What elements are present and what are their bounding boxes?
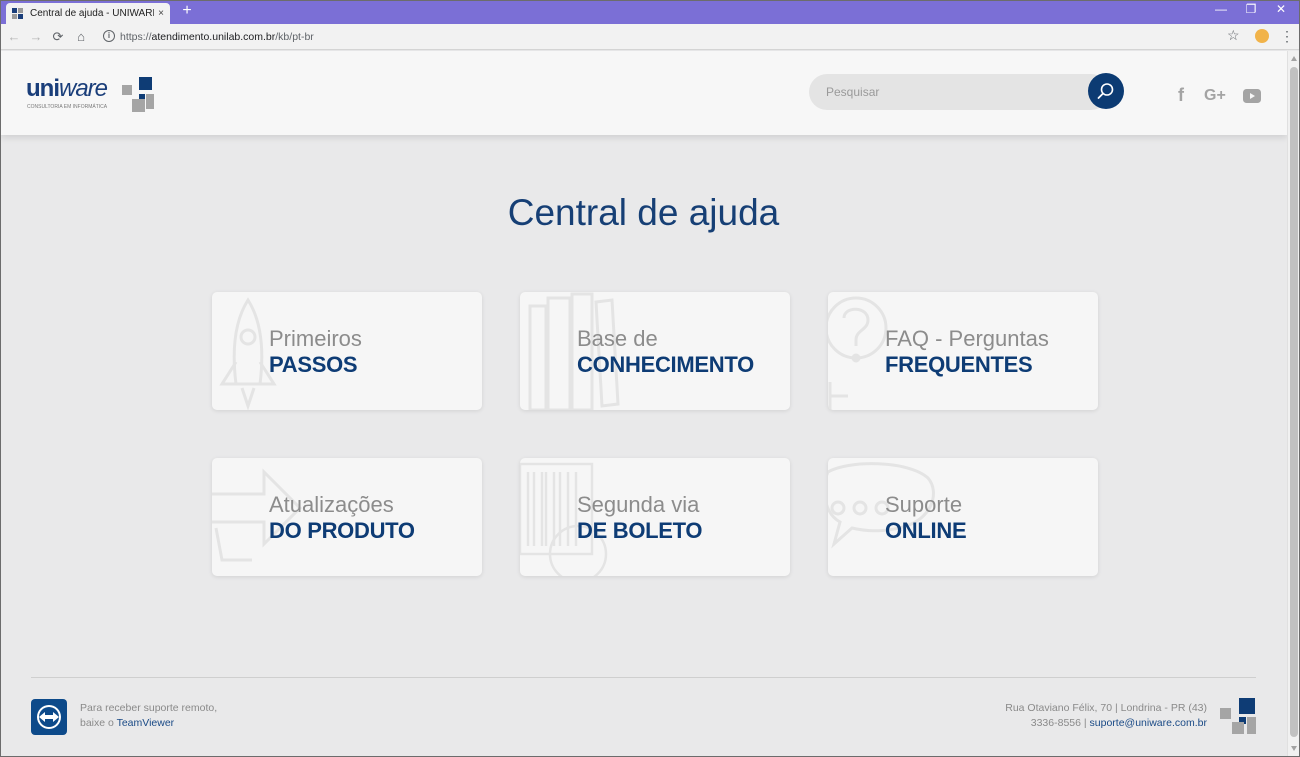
scroll-down-icon[interactable] [1291,746,1297,751]
card-line2: PASSOS [269,352,358,377]
logo-mark-icon [122,77,154,112]
back-button[interactable]: ← [5,28,23,46]
remote-support-line2: baixe o TeamViewer [80,717,174,729]
card-line1: Segunda via [577,492,700,517]
teamviewer-icon[interactable] [31,699,67,735]
card-suporte-online[interactable]: Suporte ONLINE [828,458,1098,576]
page-title: Central de ajuda [507,192,780,233]
browser-toolbar: ← → ⟳ ⌂ i https://atendimento.unilab.com… [0,24,1300,50]
card-line2: ONLINE [885,518,967,543]
extension-icon[interactable] [1255,29,1269,43]
card-line2: DO PRODUTO [269,518,415,543]
card-base-conhecimento[interactable]: Base de CONHECIMENTO [520,292,790,410]
browser-tab[interactable]: Central de ajuda - UNIWARE CONSULTORIA × [6,3,170,24]
search-field [809,74,1109,110]
uniware-logo[interactable]: uniware CONSULTORIA EM INFORMÁTICA [26,75,161,115]
address-line2: 3336-8556 | suporte@uniware.com.br [1031,717,1207,729]
card-line1: FAQ - Perguntas [885,326,1049,351]
page-scrollbar[interactable] [1287,51,1300,757]
youtube-icon[interactable] [1243,89,1261,108]
url-path: /kb/pt-br [275,31,314,43]
card-line1: Primeiros [269,326,362,351]
browser-titlebar: Central de ajuda - UNIWARE CONSULTORIA ×… [0,0,1300,24]
scroll-up-icon[interactable] [1291,56,1297,61]
footer-logo-mark-icon [1220,698,1256,734]
new-tab-button[interactable]: + [178,2,196,20]
search-icon [1097,83,1114,99]
minimize-button[interactable]: — [1211,2,1231,16]
window-close-button[interactable]: ✕ [1271,2,1291,16]
footer-divider [31,677,1256,678]
search-input[interactable] [826,74,1076,110]
forward-button[interactable]: → [27,28,45,46]
card-line1: Suporte [885,492,963,517]
card-line2: CONHECIMENTO [577,352,754,377]
search-button[interactable] [1088,73,1124,109]
tab-close-icon[interactable]: × [158,8,164,19]
google-plus-icon[interactable]: G+ [1204,87,1226,105]
card-line2: DE BOLETO [577,518,703,543]
teamviewer-link[interactable]: TeamViewer [117,717,175,729]
logo-tagline: CONSULTORIA EM INFORMÁTICA [27,104,108,110]
address-bar[interactable]: https://atendimento.unilab.com.br/kb/pt-… [120,31,314,43]
card-primeiros-passos[interactable]: Primeiros PASSOS [212,292,482,410]
facebook-icon[interactable]: f [1178,85,1184,106]
scrollbar-thumb[interactable] [1290,67,1298,737]
address-line1: Rua Otaviano Félix, 70 | Londrina - PR (… [1005,702,1207,714]
site-info-icon[interactable]: i [103,30,115,42]
card-atualizacoes[interactable]: Atualizações DO PRODUTO [212,458,482,576]
uniware-favicon [12,7,24,20]
restore-button[interactable]: ❐ [1241,2,1261,16]
support-email-link[interactable]: suporte@uniware.com.br [1090,717,1207,729]
bookmark-star-icon[interactable]: ☆ [1227,27,1240,44]
download-prefix: baixe o [80,717,117,729]
card-line2: FREQUENTES [885,352,1033,377]
browser-menu-icon[interactable]: ⋮ [1280,28,1294,45]
card-faq[interactable]: FAQ - Perguntas FREQUENTES [828,292,1098,410]
card-line1: Base de [577,326,658,351]
chat-icon [828,462,935,549]
remote-support-text: Para receber suporte remoto, [80,702,218,714]
card-segunda-via-boleto[interactable]: Segunda via DE BOLETO [520,458,790,576]
phone-number: 3336-8556 | [1030,717,1090,729]
url-prefix: https:// [120,31,152,43]
logo-wordmark: uniware [26,75,108,102]
reload-button[interactable]: ⟳ [49,28,67,46]
home-button[interactable]: ⌂ [72,28,90,46]
card-line1: Atualizações [269,492,394,517]
tab-title: Central de ajuda - UNIWARE CONSULTORIA [30,8,154,19]
site-header: uniware CONSULTORIA EM INFORMÁTICA f G+ [1,51,1287,135]
url-host: atendimento.unilab.com.br [151,31,276,43]
